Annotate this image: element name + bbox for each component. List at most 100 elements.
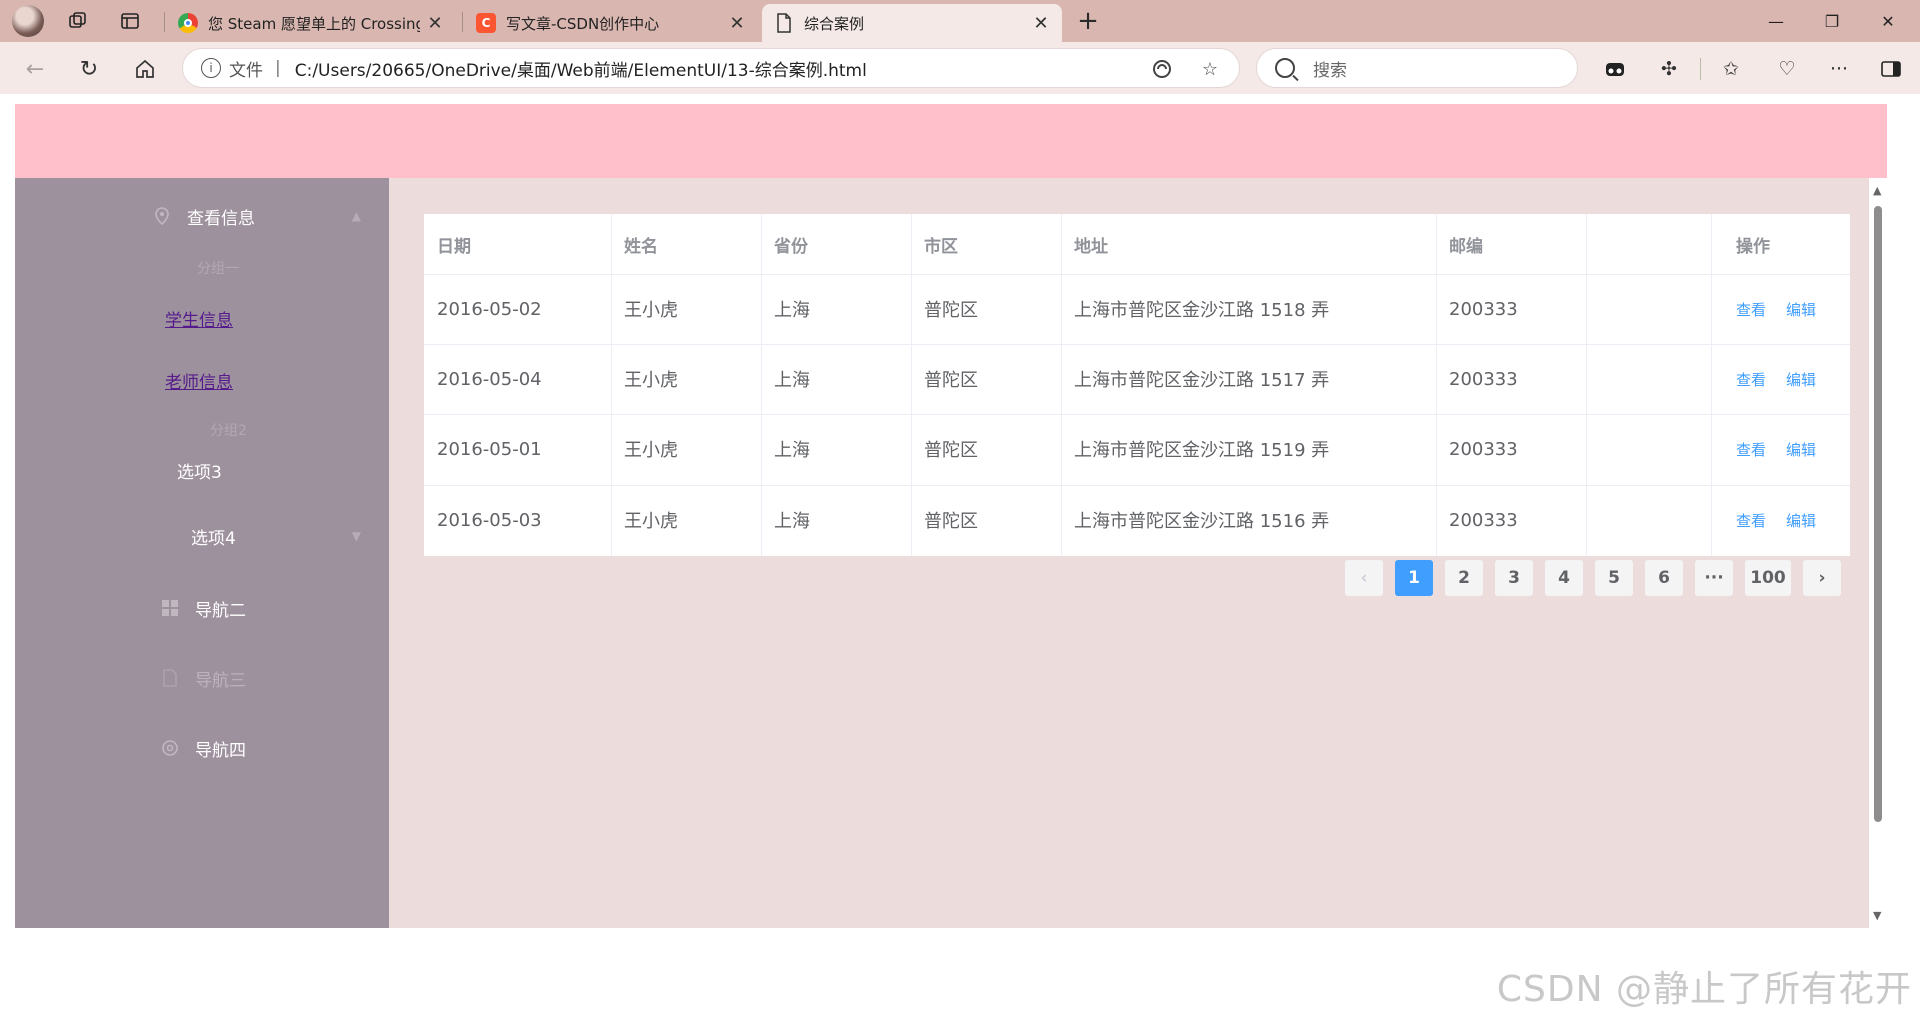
column-header-date[interactable]: 日期 (424, 214, 611, 274)
sidebar-toggle-icon[interactable] (1876, 54, 1906, 84)
page-button-3[interactable]: 3 (1495, 560, 1533, 596)
address-bar[interactable]: i 文件 | C:/Users/20665/OneDrive/桌面/Web前端/… (182, 48, 1240, 88)
submenu-label: 查看信息 (187, 208, 255, 229)
table-cell-zip: 200333 (1449, 438, 1518, 460)
data-table: 日期 姓名 省份 市区 地址 邮编 操作 2016-05-02 王小虎 上海 普… (424, 214, 1850, 556)
view-button[interactable]: 查看 (1736, 439, 1766, 460)
main-content: 日期 姓名 省份 市区 地址 邮编 操作 2016-05-02 王小虎 上海 普… (389, 178, 1887, 928)
table-cell-city: 普陀区 (924, 440, 978, 461)
submenu-option4[interactable]: 选项4 ▼ (15, 516, 389, 556)
column-header-zip[interactable]: 邮编 (1436, 214, 1586, 274)
edit-button[interactable]: 编辑 (1786, 299, 1816, 320)
search-box[interactable]: 搜索 (1256, 48, 1578, 88)
table-cell-province: 上海 (774, 440, 810, 461)
chevron-up-icon: ▲ (351, 209, 361, 223)
url-text[interactable]: C:/Users/20665/OneDrive/桌面/Web前端/Element… (295, 56, 867, 81)
workspaces-icon[interactable] (62, 6, 94, 36)
view-button[interactable]: 查看 (1736, 510, 1766, 531)
tab-title: 您 Steam 愿望单上的 Crossing Gu (208, 14, 420, 33)
new-tab-button[interactable]: + (1072, 6, 1104, 36)
close-tab-icon[interactable]: ✕ (426, 13, 444, 34)
scroll-up-arrow-icon[interactable]: ▲ (1873, 184, 1881, 197)
table-cell-actions: 查看 编辑 (1711, 414, 1836, 484)
column-header-address[interactable]: 地址 (1061, 214, 1436, 274)
page-button-1[interactable]: 1 (1395, 560, 1433, 596)
table-cell-name: 王小虎 (624, 511, 678, 532)
browser-tab-active[interactable]: 综合案例 ✕ (762, 4, 1062, 42)
page-button-100[interactable]: 100 (1745, 560, 1791, 596)
edit-button[interactable]: 编辑 (1786, 510, 1816, 531)
document-icon (774, 13, 794, 33)
table-cell-name: 王小虎 (624, 300, 678, 321)
menu-item-label: 导航二 (195, 600, 246, 621)
extensions-icon[interactable]: ✣ (1654, 54, 1684, 84)
scroll-down-arrow-icon[interactable]: ▼ (1873, 909, 1881, 922)
menu-group-title: 分组2 (210, 423, 247, 439)
browser-tab-csdn[interactable]: C 写文章-CSDN创作中心 ✕ (464, 4, 758, 42)
info-icon[interactable]: i (201, 58, 221, 78)
menu-item-nav3-disabled: 导航三 (15, 658, 389, 698)
menu-group-title: 分组一 (197, 261, 239, 277)
next-page-button[interactable]: › (1803, 560, 1841, 596)
page-button-4[interactable]: 4 (1545, 560, 1583, 596)
close-window-button[interactable]: ✕ (1866, 6, 1910, 36)
scrollbar-thumb[interactable] (1874, 206, 1882, 822)
prev-page-button[interactable]: ‹ (1345, 560, 1383, 596)
menu-item-nav4[interactable]: 导航四 (15, 728, 389, 768)
chevron-down-icon: ▼ (351, 529, 361, 543)
table-cell-province: 上海 (774, 300, 810, 321)
tab-strip: 您 Steam 愿望单上的 Crossing Gu ✕ C 写文章-CSDN创作… (0, 0, 1920, 42)
column-header-name[interactable]: 姓名 (611, 214, 761, 274)
table-cell-city: 普陀区 (924, 300, 978, 321)
collections-icon[interactable] (1600, 54, 1630, 84)
setting-icon (162, 740, 178, 756)
tab-separator (462, 12, 463, 32)
sidebar: 查看信息 ▲ 分组一 学生信息 老师信息 分组2 选项3 选项4 ▼ 导航二 导… (15, 178, 389, 928)
table-cell-date: 2016-05-01 (437, 438, 542, 460)
menu-item-nav2[interactable]: 导航二 (15, 588, 389, 628)
table-cell-date: 2016-05-04 (437, 368, 542, 390)
table-cell-city: 普陀区 (924, 511, 978, 532)
page-container: 查看信息 ▲ 分组一 学生信息 老师信息 分组2 选项3 选项4 ▼ 导航二 导… (15, 104, 1887, 928)
favorite-star-icon[interactable]: ☆ (1197, 56, 1223, 82)
page-button-5[interactable]: 5 (1595, 560, 1633, 596)
minimize-button[interactable]: — (1754, 6, 1798, 36)
toolbar-separator (1700, 58, 1701, 80)
home-icon[interactable] (128, 52, 162, 86)
profile-avatar[interactable] (12, 5, 44, 37)
close-tab-icon[interactable]: ✕ (1032, 13, 1050, 34)
table-cell-address: 上海市普陀区金沙江路 1516 弄 (1074, 511, 1330, 532)
column-header-province[interactable]: 省份 (761, 214, 911, 274)
table-cell-name: 王小虎 (624, 440, 678, 461)
menu-link-student-info[interactable]: 学生信息 (165, 306, 233, 331)
submenu-view-info[interactable]: 查看信息 ▲ (15, 196, 389, 236)
address-separator: | (275, 58, 281, 78)
restore-button[interactable]: ❐ (1810, 6, 1854, 36)
page-button-6[interactable]: 6 (1645, 560, 1683, 596)
more-pages-button[interactable]: ··· (1695, 560, 1733, 596)
tab-separator (164, 12, 165, 32)
protocol-label: 文件 (229, 60, 263, 81)
edit-button[interactable]: 编辑 (1786, 439, 1816, 460)
tab-actions-icon[interactable] (114, 6, 146, 36)
menu-link-teacher-info[interactable]: 老师信息 (165, 368, 233, 393)
close-tab-icon[interactable]: ✕ (728, 13, 746, 34)
table-cell-date: 2016-05-03 (437, 509, 542, 531)
browser-essentials-icon[interactable]: ♡ (1772, 54, 1802, 84)
more-menu-icon[interactable]: ··· (1824, 54, 1854, 84)
view-button[interactable]: 查看 (1736, 299, 1766, 320)
column-header-city[interactable]: 市区 (911, 214, 1061, 274)
back-button[interactable]: ← (18, 52, 52, 86)
table-cell-actions: 查看 编辑 (1711, 274, 1836, 344)
menu-item-option3[interactable]: 选项3 (15, 450, 389, 490)
document-icon (163, 669, 177, 687)
read-aloud-icon[interactable] (1149, 56, 1175, 82)
edit-button[interactable]: 编辑 (1786, 369, 1816, 390)
refresh-button[interactable]: ↻ (72, 52, 106, 86)
favorites-icon[interactable]: ✩ (1716, 54, 1746, 84)
view-button[interactable]: 查看 (1736, 369, 1766, 390)
browser-tab-steam[interactable]: 您 Steam 愿望单上的 Crossing Gu ✕ (166, 4, 456, 42)
vertical-scrollbar[interactable]: ▲ ▼ (1869, 178, 1887, 928)
page-button-2[interactable]: 2 (1445, 560, 1483, 596)
menu-item-label: 导航四 (195, 740, 246, 761)
